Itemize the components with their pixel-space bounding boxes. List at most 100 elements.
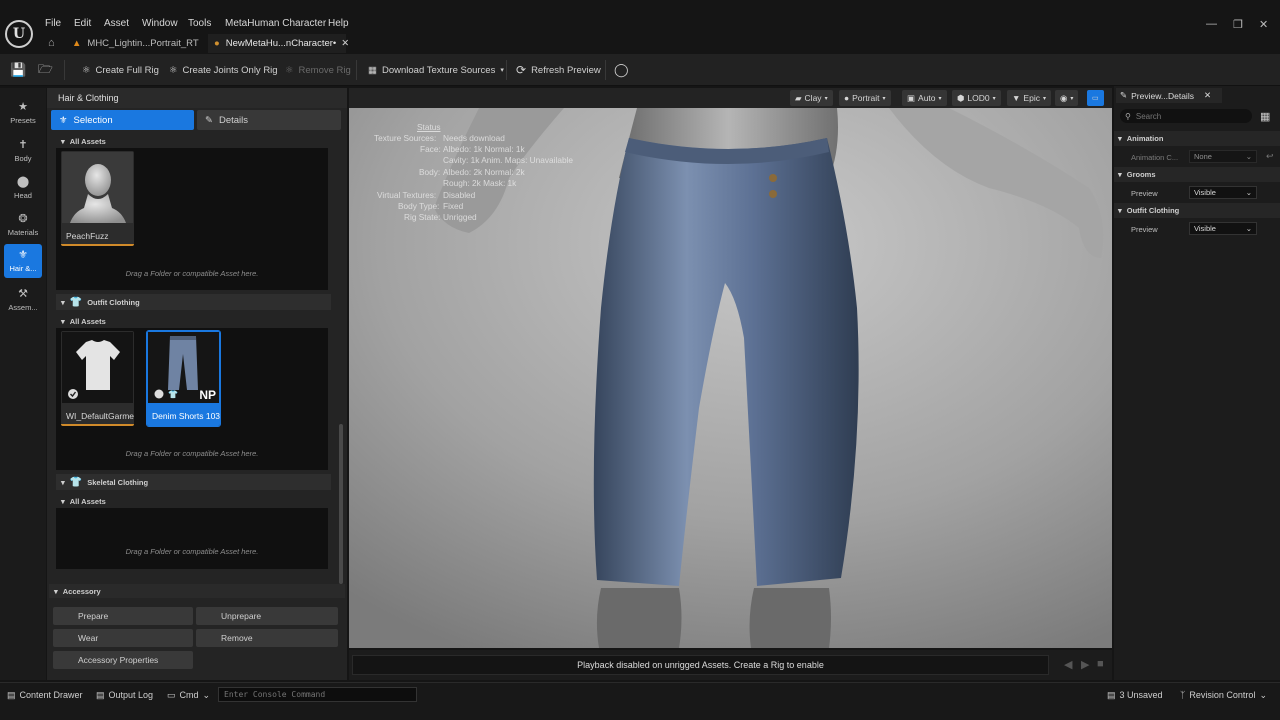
star-icon: ★: [18, 100, 28, 113]
clay-label: Clay: [804, 93, 822, 103]
animation-section-header[interactable]: ▾ Animation: [1114, 131, 1280, 146]
asset-tile-denim-shorts-103[interactable]: 👕 NP Denim Shorts 103: [146, 330, 221, 427]
outfit-clothing-title: Outfit Clothing: [1126, 206, 1180, 215]
eye-icon: ◉: [1060, 92, 1068, 103]
tool-presets[interactable]: ★ Presets: [4, 96, 42, 130]
clay-view-button[interactable]: ▰ Clay ▾: [790, 90, 833, 106]
character-preview: [349, 108, 1112, 648]
visibility-button[interactable]: ◉ ▾: [1055, 90, 1079, 106]
play-icon[interactable]: ▶: [1081, 658, 1089, 671]
revision-control-button[interactable]: ᛉ Revision Control ⌄: [1180, 686, 1267, 704]
lod-button[interactable]: ⬢ LOD0 ▾: [952, 90, 1001, 106]
selection-tab[interactable]: ⚜ Selection: [51, 110, 194, 130]
content-drawer-button[interactable]: ▤ Content Drawer: [7, 686, 83, 704]
close-tab-icon[interactable]: ✕: [341, 38, 349, 49]
toolbar-divider: [506, 60, 507, 80]
toolbar: 💾 🗁 ⚛ Create Full Rig ⚛ Create Joints On…: [0, 54, 1280, 86]
menu-help[interactable]: Help: [328, 18, 349, 29]
outfit-asset-well: WI_DefaultGarment 👕 NP Denim Shorts 103 …: [56, 328, 328, 470]
preview-details-tab[interactable]: ✎ Preview...Details ✕: [1116, 88, 1222, 103]
grid-view-icon[interactable]: ▦: [1260, 110, 1270, 123]
stop-icon[interactable]: ■: [1097, 658, 1104, 670]
tool-body[interactable]: ✝ Body: [4, 134, 42, 168]
tab-metahuman-character[interactable]: ● NewMetaHu...nCharacter• ✕: [208, 34, 349, 53]
animation-controller-select[interactable]: None ⌄: [1189, 150, 1257, 163]
create-full-rig-button[interactable]: ⚛ Create Full Rig: [82, 54, 159, 86]
step-back-icon[interactable]: ◀: [1064, 658, 1072, 671]
outfit-preview-select[interactable]: Visible ⌄: [1189, 222, 1257, 235]
search-input[interactable]: [1135, 111, 1241, 121]
dropdown-arrow-icon: ▾: [500, 67, 504, 74]
viewport[interactable]: ▰ Clay ▾ ● Portrait ▾ ▣ Auto ▾ ⬢ LOD0 ▾ …: [349, 88, 1112, 648]
epic-label: Epic: [1023, 93, 1040, 103]
outfit-preview-label: Preview: [1131, 225, 1158, 234]
download-texture-sources-button[interactable]: ▦ Download Texture Sources ▾: [368, 54, 504, 86]
outfit-clothing-title: Outfit Clothing: [87, 297, 140, 307]
details-search[interactable]: ⚲: [1120, 109, 1252, 123]
tool-assembly[interactable]: ⚒ Assem...: [4, 283, 42, 317]
portrait-label: Portrait: [852, 93, 880, 103]
remove-button[interactable]: Remove: [196, 629, 338, 647]
output-log-button[interactable]: ▤ Output Log: [96, 686, 153, 704]
home-icon[interactable]: ⌂: [48, 37, 55, 49]
console-command-input[interactable]: [218, 687, 417, 702]
asset-tile-default-garment[interactable]: WI_DefaultGarment: [61, 331, 134, 426]
virtual-textures-value: Disabled: [443, 190, 476, 200]
unprepare-button[interactable]: Unprepare: [196, 607, 338, 625]
chevron-down-icon: ⌄: [1259, 689, 1267, 700]
maximize-icon[interactable]: ❐: [1233, 18, 1243, 31]
viewport-toolbar: ▰ Clay ▾ ● Portrait ▾ ▣ Auto ▾ ⬢ LOD0 ▾ …: [349, 88, 1112, 108]
refresh-preview-button[interactable]: ⟳ Refresh Preview: [516, 54, 601, 86]
outfit-clothing-section-header[interactable]: ▾ Outfit Clothing: [1114, 203, 1280, 218]
outfit-preview-value: Visible: [1194, 224, 1216, 233]
skeletal-asset-well: Drag a Folder or compatible Asset here.: [56, 508, 328, 569]
tool-materials[interactable]: ❂ Materials: [4, 208, 42, 242]
minimize-icon[interactable]: —: [1206, 18, 1217, 30]
tool-hair-clothing[interactable]: ⚜ Hair &...: [4, 244, 42, 278]
browse-asset-icon[interactable]: 🗁: [38, 54, 53, 86]
menu-window[interactable]: Window: [142, 18, 178, 29]
content-drawer-icon: ▤: [7, 689, 16, 700]
search-icon: ⚲: [1125, 111, 1131, 121]
user-icon[interactable]: ◯: [614, 54, 629, 86]
portrait-lighting-button[interactable]: ● Portrait ▾: [839, 90, 891, 106]
create-joints-only-rig-button[interactable]: ⚛ Create Joints Only Rig: [169, 54, 278, 86]
prepare-button[interactable]: Prepare: [53, 607, 193, 625]
tab-lighting-portrait[interactable]: ▲ MHC_Lightin...Portrait_RT: [66, 34, 205, 53]
accessory-properties-button[interactable]: Accessory Properties: [53, 651, 193, 669]
menu-metahuman-character[interactable]: MetaHuman Character: [225, 18, 326, 29]
outfit-all-assets-header[interactable]: ▾ All Assets: [56, 315, 331, 327]
details-tab[interactable]: ✎ Details: [197, 110, 341, 130]
playback-message: Playback disabled on unrigged Assets. Cr…: [352, 655, 1049, 675]
grooms-preview-select[interactable]: Visible ⌄: [1189, 186, 1257, 199]
terminal-icon: ▭: [167, 689, 176, 700]
auto-camera-button[interactable]: ▣ Auto ▾: [902, 90, 947, 106]
accessory-header[interactable]: ▾ Accessory: [49, 584, 345, 598]
grooms-section-header[interactable]: ▾ Grooms: [1114, 167, 1280, 182]
output-log-label: Output Log: [108, 690, 154, 700]
viewport-options-button[interactable]: ▭: [1087, 90, 1104, 106]
tool-head[interactable]: ⬤ Head: [4, 171, 42, 205]
unsaved-button[interactable]: ▤ 3 Unsaved: [1107, 686, 1163, 704]
save-icon[interactable]: 💾: [10, 54, 26, 86]
menu-tools[interactable]: Tools: [188, 18, 211, 29]
grooms-preview-value: Visible: [1194, 188, 1216, 197]
content-drawer-label: Content Drawer: [19, 690, 83, 700]
close-window-icon[interactable]: ✕: [1259, 18, 1268, 31]
skeletal-clothing-header[interactable]: ▾ 👕 Skeletal Clothing: [56, 474, 331, 490]
menu-asset[interactable]: Asset: [104, 18, 129, 29]
remove-rig-button[interactable]: ⚛ Remove Rig: [285, 54, 351, 86]
menu-edit[interactable]: Edit: [74, 18, 91, 29]
panel-scrollbar[interactable]: [339, 424, 343, 584]
skeletal-all-assets-header[interactable]: ▾ All Assets: [56, 495, 331, 507]
menu-file[interactable]: File: [45, 18, 61, 29]
reset-arrow-icon[interactable]: ↩: [1266, 151, 1274, 162]
unreal-logo-icon[interactable]: U: [5, 20, 33, 48]
quality-button[interactable]: ▼ Epic ▾: [1007, 90, 1051, 106]
asset-tile-peachfuzz[interactable]: PeachFuzz: [61, 151, 134, 246]
outfit-clothing-header[interactable]: ▾ 👕 Outfit Clothing: [56, 294, 331, 310]
grooms-all-assets-header[interactable]: ▾ All Assets: [56, 135, 331, 147]
cmd-dropdown[interactable]: ▭ Cmd ⌄: [167, 686, 210, 704]
close-tab-icon[interactable]: ✕: [1204, 90, 1211, 101]
wear-button[interactable]: Wear: [53, 629, 193, 647]
